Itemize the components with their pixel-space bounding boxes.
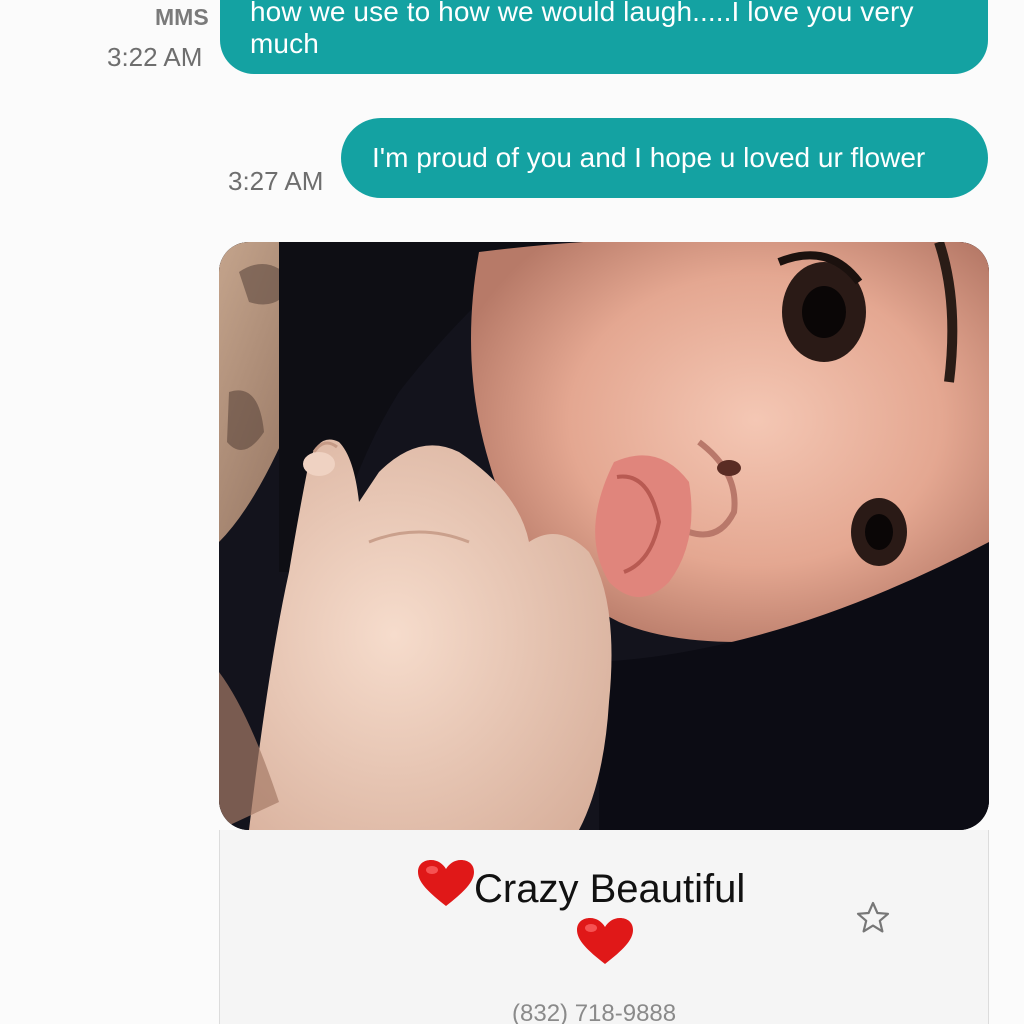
conversation-view: MMS 3:22 AM how we use to how we would l… — [0, 0, 1024, 1024]
message-timestamp: 3:22 AM — [107, 42, 203, 72]
mms-caption-area: Crazy Beautiful (832) 718-9888 — [219, 830, 989, 1024]
mms-label: MMS — [155, 4, 209, 30]
caption-line — [577, 918, 633, 971]
photo-attachment[interactable] — [219, 242, 989, 830]
red-heart-icon — [577, 918, 633, 971]
caption-text: Crazy Beautiful — [474, 867, 746, 911]
sender-phone-number: (832) 718-9888 — [512, 1000, 677, 1024]
mms-media-message[interactable]: Crazy Beautiful (832) 718-9888 — [219, 242, 989, 1024]
message-timestamp: 3:27 AM — [228, 166, 324, 196]
star-outline-icon[interactable] — [855, 900, 891, 936]
message-bubble[interactable]: I'm proud of you and I hope u loved ur f… — [341, 118, 988, 198]
message-text: I'm proud of you and I hope u loved ur f… — [372, 142, 926, 173]
photo-image — [219, 242, 989, 830]
message-text: how we use to how we would laugh.....I l… — [250, 0, 914, 59]
red-heart-icon — [418, 860, 474, 918]
caption-line: Crazy Beautiful — [418, 860, 745, 918]
message-bubble[interactable]: how we use to how we would laugh.....I l… — [220, 0, 988, 74]
